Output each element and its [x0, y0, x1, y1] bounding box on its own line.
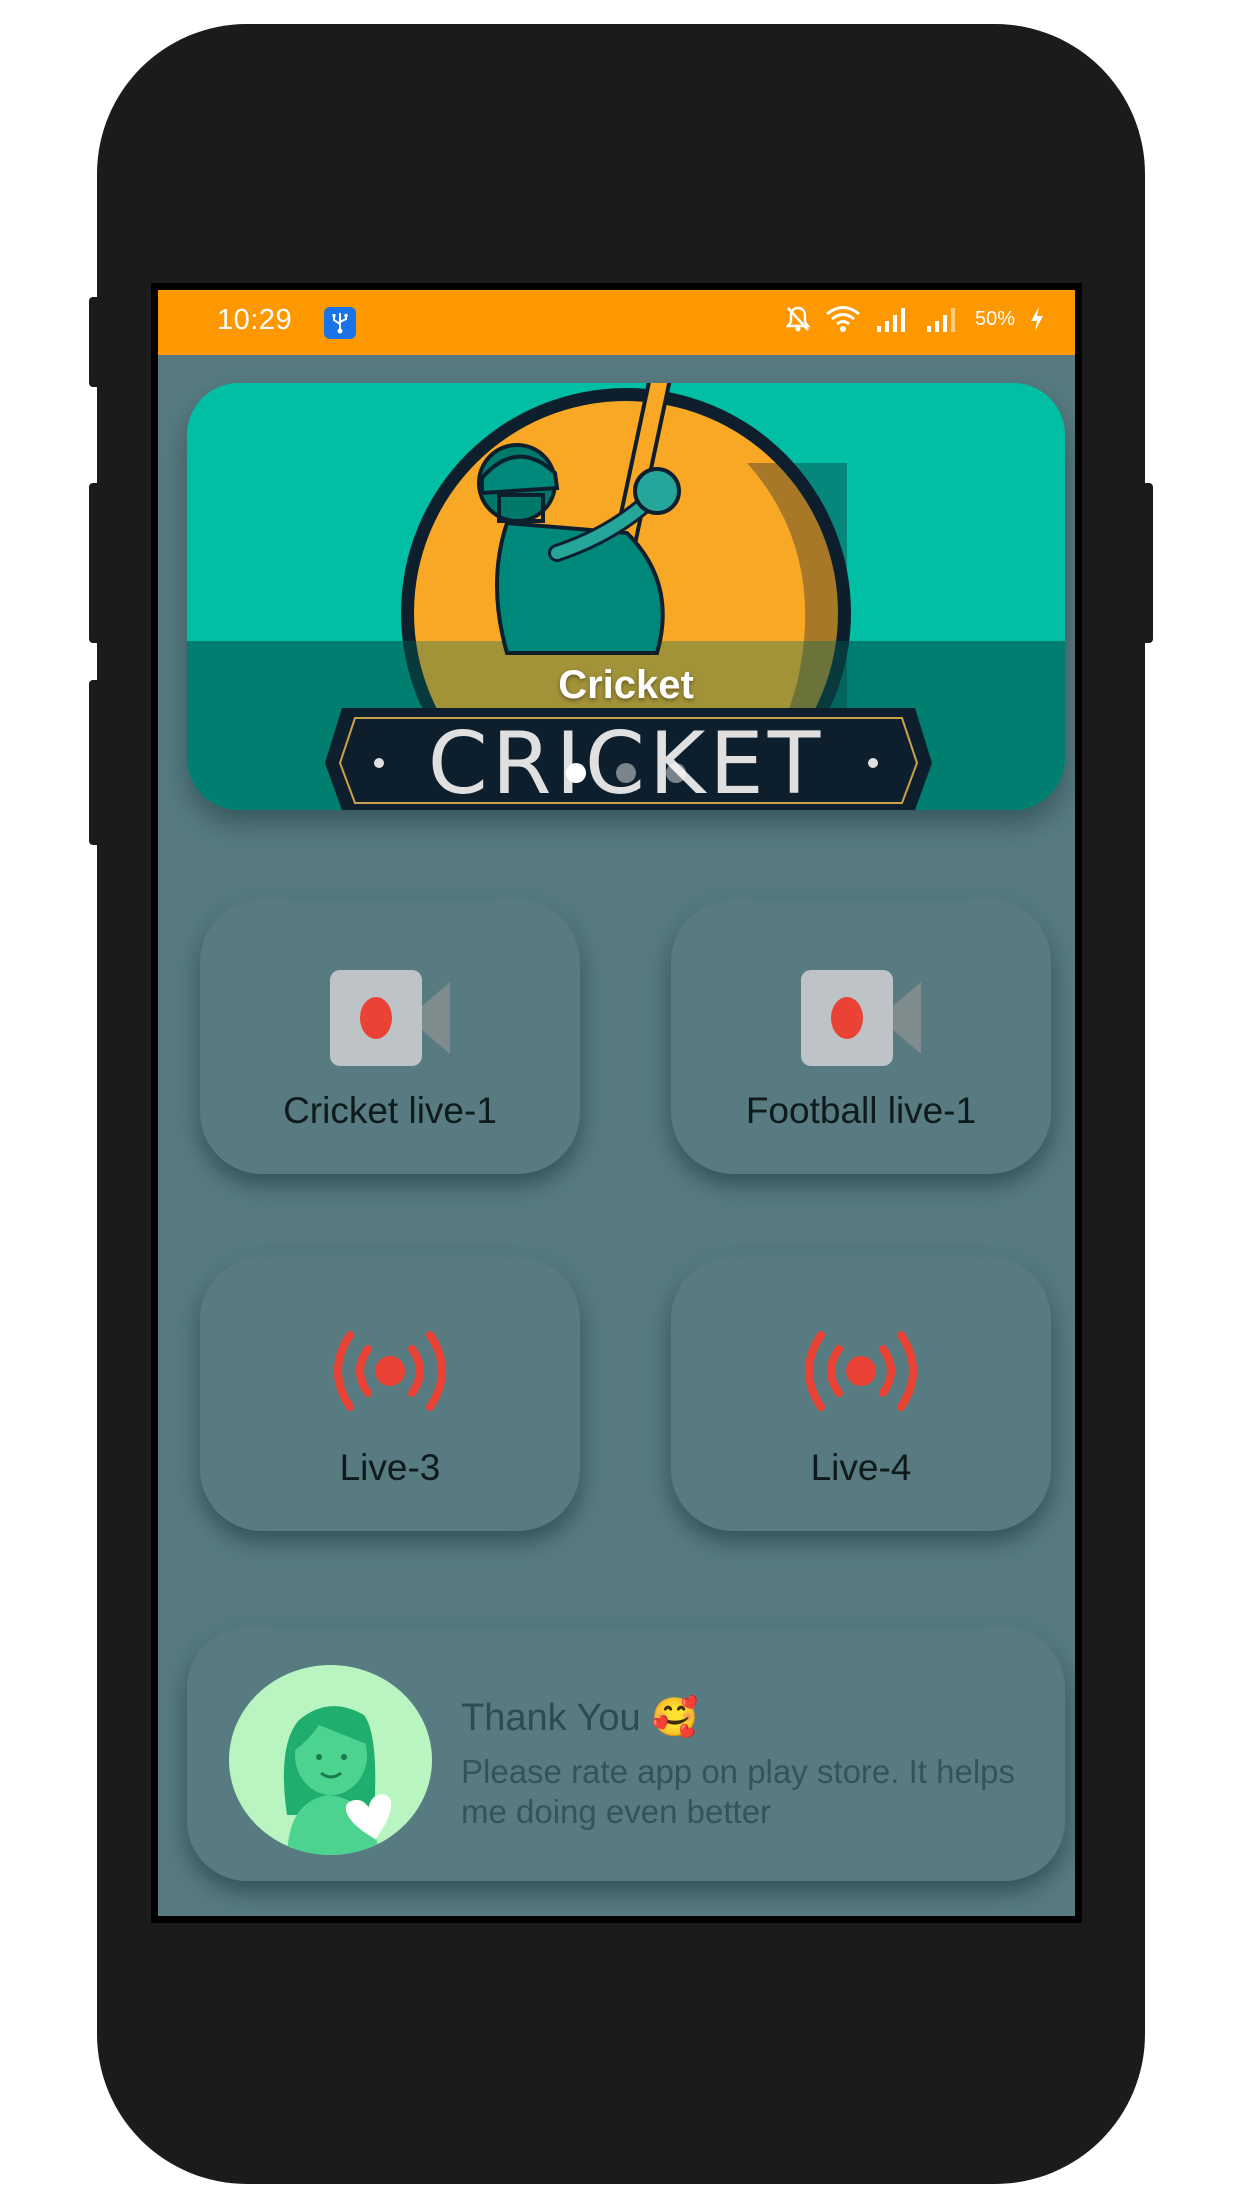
status-time: 10:29: [217, 304, 293, 336]
tile-label: Live-3: [339, 1447, 441, 1488]
slider-dot[interactable]: [616, 763, 636, 783]
usb-debug-icon: [324, 307, 356, 339]
woman-heart-icon: [229, 1665, 432, 1855]
tile-label: Football live-1: [745, 1090, 977, 1131]
phone-volume-down-button: [89, 680, 101, 845]
app-screen: 10:29 50% CRICKET Cricket Cricket live-1…: [158, 290, 1075, 1916]
cricket-artwork-text: CRICKET: [428, 714, 824, 810]
rate-title-text: Thank You: [461, 1697, 641, 1739]
rate-app-card[interactable]: Thank You 🥰 Please rate app on play stor…: [187, 1628, 1065, 1881]
cricket-banner-slider[interactable]: CRICKET Cricket: [187, 383, 1065, 810]
football-live-1-button[interactable]: Football live-1: [671, 900, 1051, 1174]
cricket-artwork-image: CRICKET: [187, 383, 1065, 810]
mute-bell-icon: [785, 306, 811, 332]
signal-icon: [926, 308, 955, 332]
live-4-button[interactable]: Live-4: [671, 1257, 1051, 1531]
video-camera-icon: [801, 970, 921, 1066]
live-broadcast-icon: [334, 1331, 446, 1411]
wifi-icon: [826, 306, 860, 332]
signal-icon: [876, 308, 905, 332]
phone-volume-up-button: [89, 483, 101, 643]
phone-power-button: [1141, 483, 1153, 643]
slider-dot-active[interactable]: [566, 763, 586, 783]
tile-label: Cricket live-1: [283, 1090, 497, 1131]
slider-indicator: [187, 763, 1065, 783]
status-icons: 50%: [785, 305, 1045, 333]
cricket-live-1-button[interactable]: Cricket live-1: [200, 900, 580, 1174]
tile-label: Live-4: [810, 1447, 912, 1488]
phone-screen: 10:29 50% CRICKET Cricket Cricket live-1…: [151, 283, 1082, 1923]
live-3-button[interactable]: Live-3: [200, 1257, 580, 1531]
phone-side-button: [89, 297, 101, 387]
rate-title: Thank You 🥰: [461, 1696, 699, 1740]
slider-dot[interactable]: [666, 763, 686, 783]
smiling-hearts-emoji: 🥰: [651, 1697, 699, 1739]
status-bar: 10:29 50%: [158, 290, 1075, 355]
banner-caption: Cricket: [558, 663, 694, 707]
battery-percent: 50%: [974, 307, 1015, 330]
rate-body-text: Please rate app on play store. It helps …: [461, 1753, 1016, 1830]
charging-bolt-icon: [1031, 307, 1043, 331]
live-broadcast-icon: [805, 1331, 917, 1411]
video-camera-icon: [330, 970, 450, 1066]
